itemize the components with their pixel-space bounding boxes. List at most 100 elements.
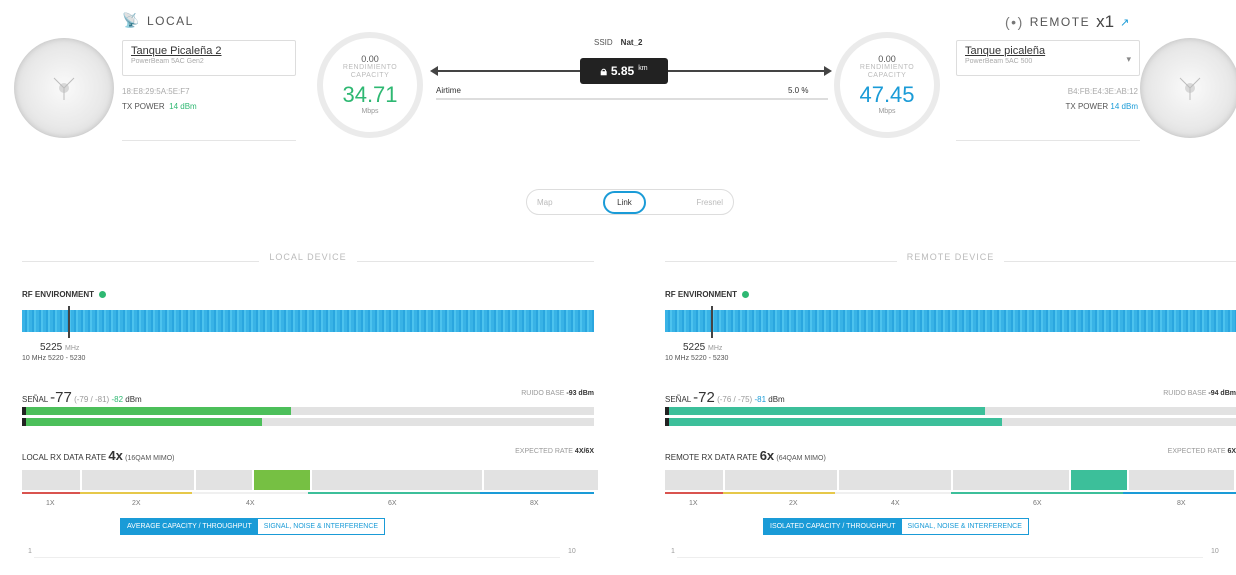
tower-icon: 📡: [122, 12, 141, 28]
arrow-left-icon: [430, 66, 438, 76]
local-gauge-value: 34.71: [342, 82, 398, 107]
remote-header: (•) REMOTE x1 ↗: [1005, 12, 1131, 32]
remote-tx-power-label: TX POWER: [1065, 102, 1109, 111]
remote-mac: B4:FB:E4:3E:AB:12: [1067, 87, 1138, 96]
local-mac: 18:E8:29:5A:5E:F7: [122, 87, 190, 96]
local-title: LOCAL: [146, 13, 194, 28]
local-header: 📡 LOCAL: [122, 12, 194, 29]
local-view-toggle: AVERAGE CAPACITY / THROUGHPUT SIGNAL, NO…: [120, 518, 386, 535]
remote-signal-readout: SEÑAL -72 (-76 / -75) -81 dBm: [665, 389, 785, 406]
remote-device-name: Tanque picaleña: [965, 45, 1046, 57]
lock-icon: 🔒︎: [600, 63, 607, 78]
local-device-info: 18:E8:29:5A:5E:F7 TX POWER 14 dBm: [122, 84, 197, 114]
remote-gauge-label: RENDIMIENTO CAPACITY: [859, 64, 915, 79]
remote-axis-min: 1: [671, 548, 675, 555]
arrow-right-icon: [824, 66, 832, 76]
local-device-model: PowerBeam 5AC Gen2: [131, 58, 204, 65]
remote-frequency-marker: [711, 306, 713, 338]
tab-link[interactable]: Link: [603, 190, 646, 214]
remote-device-info: B4:FB:E4:3E:AB:12 TX POWER 14 dBm: [1000, 84, 1138, 114]
local-device-select[interactable]: Tanque Picaleña 2 PowerBeam 5AC Gen2: [122, 40, 296, 76]
local-device-name: Tanque Picaleña 2: [131, 45, 222, 57]
remote-rx-rate: REMOTE RX DATA RATE 6x (64QAM MIMO): [665, 448, 826, 463]
local-current-rate-segment: [254, 470, 310, 490]
ssid-display: SSID Nat_2: [594, 38, 642, 47]
remote-title: REMOTE: [1029, 15, 1091, 29]
distance-badge: 🔒︎ 5.85 km: [580, 58, 668, 84]
airtime-value: 5.0 %: [788, 86, 809, 95]
antenna-icon: (•): [1005, 14, 1024, 30]
local-gauge-label: RENDIMIENTO CAPACITY: [342, 64, 398, 79]
remote-frequency-range: 10 MHz 5220 - 5230: [665, 355, 729, 362]
local-gauge-unit: Mbps: [361, 108, 379, 115]
local-signal-bar-1: [22, 407, 594, 415]
local-signal-readout: SEÑAL -77 (-79 / -81) -82 dBm: [22, 389, 142, 406]
remote-axis-max: 10: [1211, 548, 1219, 555]
remote-rate-scale: [665, 470, 1234, 490]
airtime-bar: [436, 98, 828, 100]
local-divider: [122, 140, 296, 141]
local-section-title: LOCAL DEVICE: [22, 252, 594, 272]
remote-frequency: 5225 MHz: [683, 342, 723, 353]
local-tx-power-value: 14 dBm: [169, 102, 197, 111]
local-rx-rate: LOCAL RX DATA RATE 4x (16QAM MIMO): [22, 448, 175, 463]
local-device-panel: LOCAL DEVICE RF ENVIRONMENT 5225 MHz 10 …: [22, 252, 598, 558]
local-rate-scale-colors: [22, 492, 594, 494]
remote-capacity-gauge: 0.00 RENDIMIENTO CAPACITY 47.45 Mbps: [834, 32, 940, 138]
remote-device-select[interactable]: Tanque picaleña PowerBeam 5AC 500 ▾: [956, 40, 1140, 76]
local-signal-bar-2: [22, 418, 594, 426]
remote-rate-scale-colors: [665, 492, 1236, 494]
local-rf-spectrum[interactable]: [22, 310, 594, 332]
remote-signal-bar-1: [665, 407, 1236, 415]
remote-signal-bar-2: [665, 418, 1236, 426]
local-capacity-gauge: 0.00 RENDIMIENTO CAPACITY 34.71 Mbps: [317, 32, 423, 138]
local-rate-scale: [22, 470, 598, 490]
view-tabs: Map Link Fresnel: [526, 189, 734, 215]
remote-rf-heading: RF ENVIRONMENT: [665, 290, 749, 299]
remote-view-toggle: ISOLATED CAPACITY / THROUGHPUT SIGNAL, N…: [763, 518, 1029, 535]
remote-expected-rate: EXPECTED RATE 6X: [1167, 448, 1236, 455]
remote-gauge-value: 47.45: [859, 82, 915, 107]
status-dot-icon: [742, 291, 749, 298]
remote-gauge-unit: Mbps: [878, 108, 896, 115]
tab-map[interactable]: Map: [537, 198, 553, 207]
airtime-label: Airtime: [436, 86, 461, 95]
local-rf-heading: RF ENVIRONMENT: [22, 290, 106, 299]
remote-rf-spectrum[interactable]: [665, 310, 1236, 332]
average-capacity-button[interactable]: AVERAGE CAPACITY / THROUGHPUT: [121, 519, 258, 534]
external-link-icon[interactable]: ↗: [1120, 16, 1131, 29]
chevron-down-icon: ▾: [1126, 54, 1131, 64]
local-gauge-top: 0.00: [361, 54, 379, 64]
remote-device-panel: REMOTE DEVICE RF ENVIRONMENT 5225 MHz 10…: [665, 252, 1236, 558]
distance-value: 5.85: [610, 64, 635, 78]
remote-count: x1: [1096, 12, 1115, 31]
ssid-label: SSID: [594, 38, 613, 47]
tab-fresnel[interactable]: Fresnel: [696, 198, 723, 207]
local-axis-line: [34, 557, 560, 558]
remote-tx-power-value: 14 dBm: [1110, 102, 1138, 111]
remote-rate-ticks: 1X 2X 4X 6X 8X: [689, 500, 1186, 507]
signal-noise-button[interactable]: SIGNAL, NOISE & INTERFERENCE: [901, 519, 1028, 534]
signal-noise-button[interactable]: SIGNAL, NOISE & INTERFERENCE: [257, 519, 385, 534]
local-noise-floor: RUIDO BASE -93 dBm: [521, 390, 594, 397]
distance-unit: km: [638, 64, 648, 72]
remote-gauge-top: 0.00: [878, 54, 896, 64]
local-axis-min: 1: [28, 548, 32, 555]
local-tx-power-label: TX POWER: [122, 102, 165, 111]
remote-section-title: REMOTE DEVICE: [665, 252, 1236, 272]
local-expected-rate: EXPECTED RATE 4X/6X: [515, 448, 594, 455]
remote-rf-label: RF ENVIRONMENT: [665, 290, 737, 299]
local-rf-label: RF ENVIRONMENT: [22, 290, 94, 299]
local-rate-ticks: 1X 2X 4X 6X 8X: [46, 500, 539, 507]
local-antenna-image: [14, 38, 114, 138]
remote-divider: [956, 140, 1140, 141]
remote-axis-line: [677, 557, 1203, 558]
local-axis-max: 10: [568, 548, 576, 555]
remote-antenna-image: [1140, 38, 1236, 138]
remote-device-model: PowerBeam 5AC 500: [965, 58, 1033, 65]
local-frequency-range: 10 MHz 5220 - 5230: [22, 355, 86, 362]
ssid-value: Nat_2: [620, 38, 643, 47]
remote-noise-floor: RUIDO BASE -94 dBm: [1163, 390, 1236, 397]
isolated-capacity-button[interactable]: ISOLATED CAPACITY / THROUGHPUT: [764, 519, 902, 534]
local-frequency-marker: [68, 306, 70, 338]
